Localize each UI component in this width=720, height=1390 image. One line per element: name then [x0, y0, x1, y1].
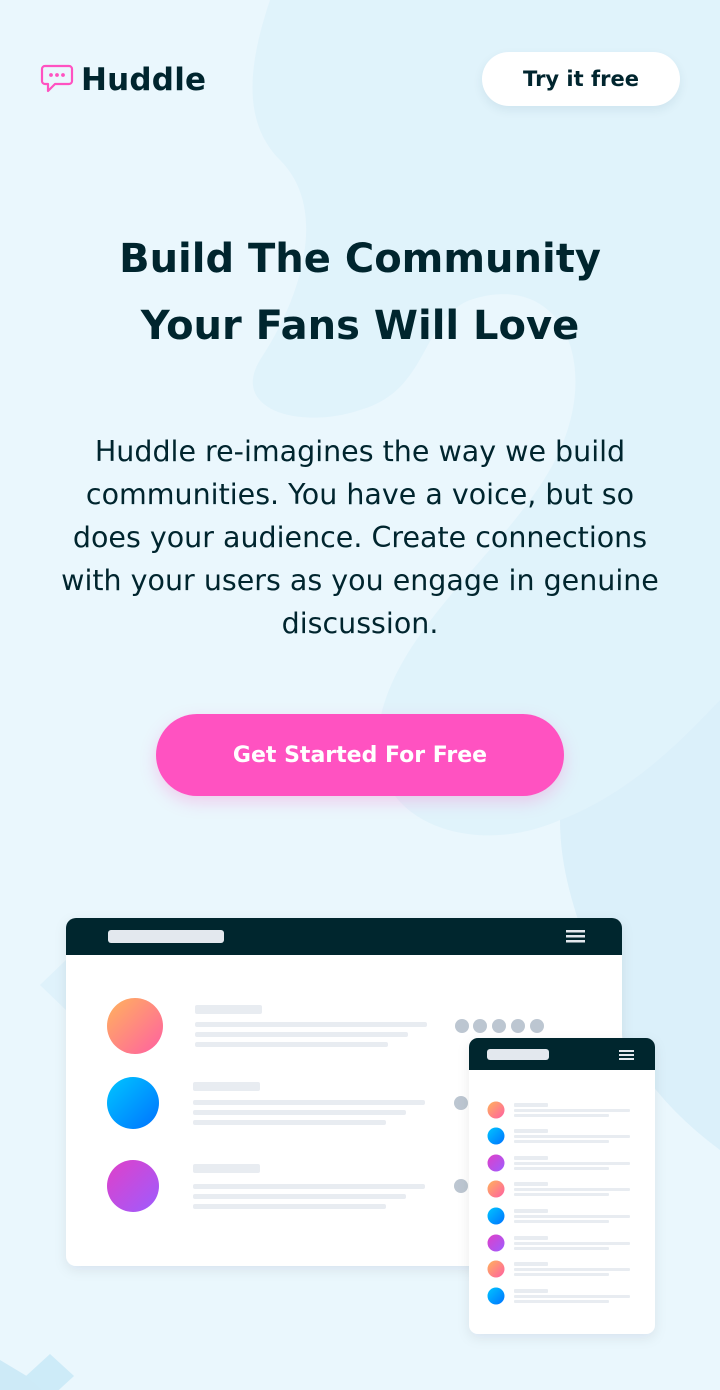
site-header: Huddle Try it free [40, 52, 680, 106]
landing-page: Huddle Try it free Build The Community Y… [0, 0, 720, 1390]
desktop-avatar-1 [107, 998, 163, 1054]
app-mockup-illustration [66, 918, 655, 1334]
hero-headline-line-1: Build The Community [119, 236, 601, 282]
hero-description: Huddle re-imagines the way we build comm… [61, 435, 659, 640]
logo-wordmark: Huddle [81, 62, 207, 98]
desktop-titlebar-placeholder [108, 930, 224, 943]
try-it-free-button[interactable]: Try it free [482, 52, 680, 106]
desktop-avatar-3 [107, 1160, 159, 1212]
desktop-avatar-2 [107, 1077, 159, 1129]
hero-headline: Build The Community Your Fans Will Love [40, 226, 680, 360]
chat-bubble-icon [40, 64, 74, 93]
desktop-menu-icon [566, 930, 585, 943]
logo[interactable]: Huddle [40, 62, 206, 98]
get-started-button[interactable]: Get Started For Free [156, 714, 564, 796]
hero-headline-line-2: Your Fans Will Love [140, 303, 580, 349]
